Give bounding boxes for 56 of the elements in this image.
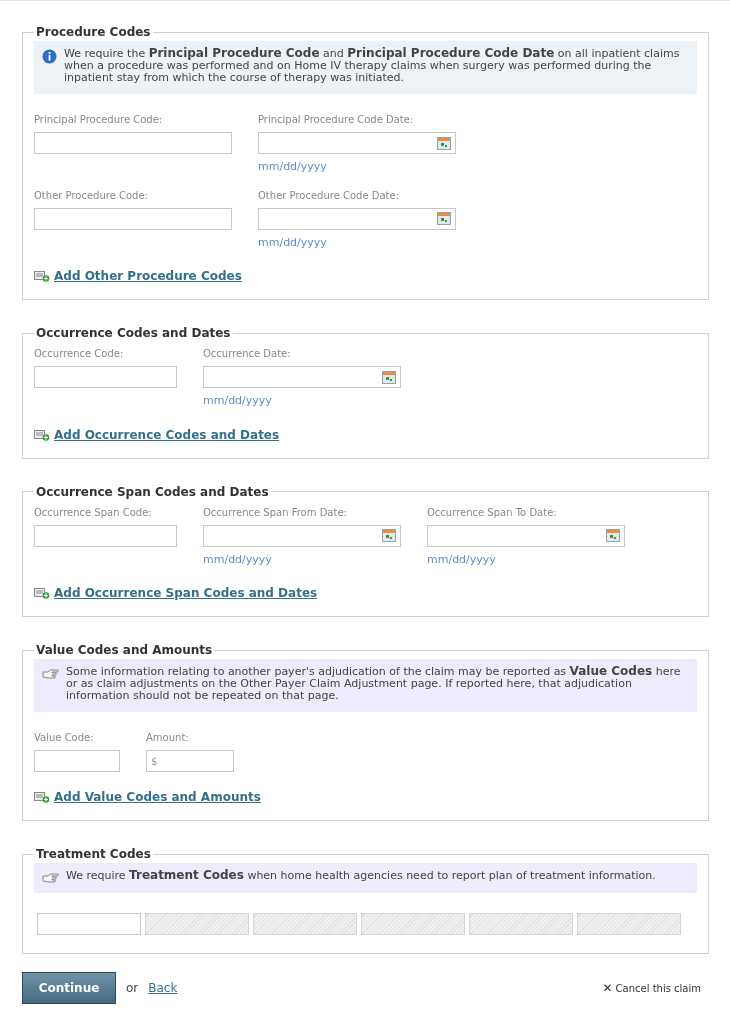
- field-label: Principal Procedure Code Date:: [258, 113, 415, 127]
- date-field[interactable]: [203, 524, 401, 547]
- pointing-hand-icon: [42, 872, 59, 883]
- date-field[interactable]: [258, 132, 456, 154]
- calendar-icon[interactable]: [382, 370, 396, 384]
- amount-field[interactable]: $: [146, 750, 234, 772]
- code-field[interactable]: [34, 366, 177, 388]
- note-text: We require the Principal Procedure Code and Principal Procedure Code Date on all inpatient claims when a procedure was performed and on Home IV therapy claims when surgery was performed during the inpatient stay from which the course of therapy was initiated.: [64, 47, 681, 84]
- treatment-code-field[interactable]: [37, 913, 141, 935]
- date-field[interactable]: [203, 366, 401, 388]
- add-link[interactable]: Add Occurrence Span Codes and Dates: [54, 584, 318, 602]
- date-format-hint: mm/dd/yyyy: [258, 234, 328, 251]
- continue-button[interactable]: Continue: [22, 972, 116, 1004]
- field-label: Occurrence Span To Date:: [427, 505, 558, 520]
- add-list-icon: [34, 428, 50, 441]
- add-link[interactable]: Add Occurrence Codes and Dates: [54, 425, 280, 444]
- date-format-hint: mm/dd/yyyy: [427, 551, 497, 568]
- date-format-hint: mm/dd/yyyy: [203, 551, 273, 568]
- field-label: Occurrence Date:: [203, 347, 292, 361]
- field-label: Other Procedure Code Date:: [258, 188, 401, 203]
- cancel-link[interactable]: ✕ Cancel this claim: [602, 979, 701, 997]
- calendar-icon[interactable]: [437, 136, 451, 150]
- field-label: Value Code:: [34, 731, 95, 745]
- field-label: Principal Procedure Code:: [34, 113, 164, 127]
- section-title: Procedure Codes: [35, 24, 152, 41]
- calendar-icon[interactable]: [606, 529, 620, 542]
- date-field[interactable]: [258, 207, 456, 230]
- calendar-icon[interactable]: [437, 212, 451, 225]
- pointing-hand-icon: [42, 668, 59, 679]
- add-list-icon: [34, 791, 50, 803]
- date-format-hint: mm/dd/yyyy: [203, 393, 273, 409]
- note-text: We require Treatment Codes when home health agencies need to report plan of treatment information.: [66, 869, 656, 883]
- add-list-icon: [34, 270, 50, 282]
- field-label: Other Procedure Code:: [34, 188, 149, 203]
- back-link[interactable]: Back: [148, 979, 178, 997]
- add-link[interactable]: Add Other Procedure Codes: [54, 267, 242, 285]
- add-link[interactable]: Add Value Codes and Amounts: [54, 788, 261, 806]
- or-text: or: [126, 980, 139, 997]
- code-field[interactable]: [34, 132, 232, 154]
- note-text: Some information relating to another payer's adjudication of the claim may be reported as Value Codes here or as claim adjustments on the Other Payer Claim Adjustment page. If reported here, that adjudication information should not be repeated on that page.: [66, 665, 682, 702]
- code-field[interactable]: [34, 207, 232, 230]
- field-label: Occurrence Span Code:: [34, 505, 153, 520]
- section-title: Treatment Codes: [35, 846, 152, 863]
- field-label: Amount:: [146, 731, 190, 745]
- code-field[interactable]: [34, 524, 177, 547]
- section-title: Value Codes and Amounts: [35, 642, 214, 659]
- field-label: Occurrence Span From Date:: [203, 505, 348, 520]
- date-format-hint: mm/dd/yyyy: [258, 159, 328, 175]
- section-title: Occurrence Span Codes and Dates: [35, 483, 270, 501]
- date-field[interactable]: [427, 524, 625, 547]
- add-list-icon: [34, 587, 50, 599]
- info-icon: [42, 49, 57, 64]
- code-field[interactable]: [34, 750, 120, 772]
- field-label: Occurrence Code:: [34, 347, 125, 361]
- section-title: Occurrence Codes and Dates: [35, 325, 232, 342]
- calendar-icon[interactable]: [382, 529, 396, 542]
